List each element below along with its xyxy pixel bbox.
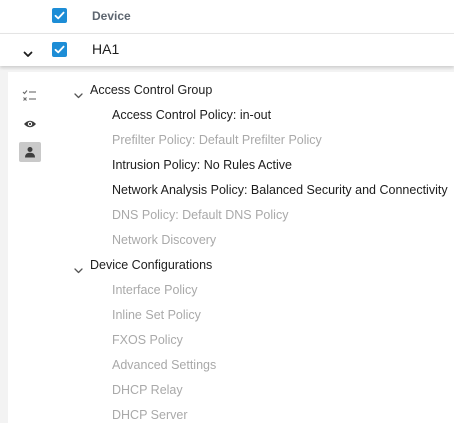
- device-policy-panel: Device HA1 Access Control Group Access C…: [0, 0, 454, 423]
- toggle-access-control-group[interactable]: [74, 86, 83, 104]
- device-row-checkbox[interactable]: [52, 42, 67, 57]
- toggle-device-configurations[interactable]: [74, 261, 83, 279]
- inline-set-policy-item: Inline Set Policy: [112, 308, 201, 322]
- expand-row-toggle[interactable]: [23, 45, 33, 63]
- prefilter-policy-item: Prefilter Policy: Default Prefilter Poli…: [112, 133, 322, 147]
- fxos-policy-item: FXOS Policy: [112, 333, 183, 347]
- advanced-settings-item: Advanced Settings: [112, 358, 217, 372]
- checkmark-icon: [54, 45, 65, 54]
- dhcp-relay-item: DHCP Relay: [112, 383, 183, 397]
- table-row: [0, 33, 454, 66]
- user-view-button[interactable]: [19, 142, 41, 162]
- device-name: HA1: [92, 41, 120, 57]
- access-control-policy-link[interactable]: Access Control Policy: in-out: [112, 108, 271, 122]
- view-button[interactable]: [19, 114, 41, 134]
- dns-policy-item: DNS Policy: Default DNS Policy: [112, 208, 289, 222]
- chevron-down-icon: [23, 51, 33, 57]
- table-header: Device: [0, 0, 454, 33]
- checklist-icon: [22, 90, 36, 101]
- checklist-view-button[interactable]: [19, 86, 41, 106]
- eye-icon: [24, 120, 36, 128]
- chevron-down-icon: [74, 268, 83, 274]
- group-label-device-configurations: Device Configurations: [90, 258, 213, 272]
- user-icon: [25, 147, 35, 158]
- dhcp-server-item: DHCP Server: [112, 408, 188, 422]
- chevron-down-icon: [74, 93, 83, 99]
- group-label-access-control: Access Control Group: [90, 83, 213, 97]
- network-analysis-policy-link[interactable]: Network Analysis Policy: Balanced Securi…: [112, 183, 448, 197]
- device-details-panel: [8, 72, 454, 423]
- network-discovery-item: Network Discovery: [112, 233, 217, 247]
- interface-policy-item: Interface Policy: [112, 283, 198, 297]
- device-column-header[interactable]: Device: [92, 9, 131, 23]
- intrusion-policy-link[interactable]: Intrusion Policy: No Rules Active: [112, 158, 292, 172]
- select-all-checkbox[interactable]: [52, 8, 67, 23]
- checkmark-icon: [54, 11, 65, 20]
